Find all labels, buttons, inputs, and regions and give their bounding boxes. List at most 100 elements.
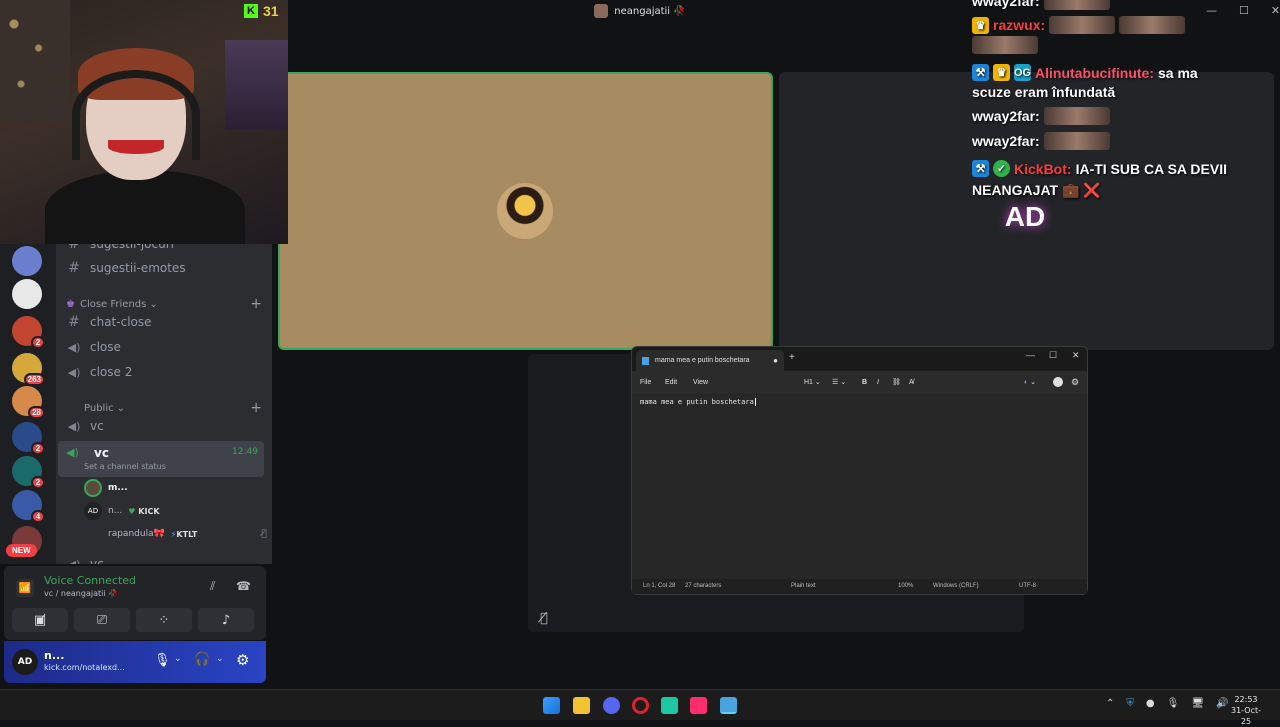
defender-icon[interactable]: ⛨ <box>1126 698 1134 709</box>
notepad-editor[interactable]: mama mea e putin boschetara <box>632 393 1087 581</box>
server-icon[interactable]: 28 <box>12 386 45 419</box>
minimize-icon[interactable]: — <box>1026 350 1035 360</box>
link-icon[interactable]: ⛓ <box>892 378 901 386</box>
menu-view[interactable]: View <box>693 379 708 386</box>
gear-icon[interactable]: ⚙ <box>236 651 249 669</box>
mic-muted-icon: 🎙̸ <box>540 611 548 626</box>
menu-file[interactable]: File <box>640 379 651 386</box>
new-tab-icon[interactable]: + <box>789 352 795 363</box>
webcam-feed <box>0 0 288 244</box>
server-icon[interactable]: 2 <box>12 422 45 455</box>
soundboard-button[interactable]: ♪ <box>198 608 254 632</box>
emote <box>1119 16 1186 34</box>
camera-toggle-button[interactable]: ▣̸ <box>12 608 68 632</box>
voice-member[interactable]: m... <box>84 479 128 497</box>
tab-close-dot-icon[interactable]: ● <box>773 356 778 365</box>
chat-message: ⚒ ✓ KickBot: IA-TI SUB CA SA DEVII <box>972 160 1227 177</box>
channel-sugestii-emotes[interactable]: # sugestii-emotes <box>64 256 264 280</box>
copilot-icon[interactable]: ◐ ⌄ <box>1024 378 1036 386</box>
line-ending[interactable]: Windows (CRLF) <box>933 583 979 589</box>
vc-timer: 12:49 <box>232 447 258 457</box>
channel-status-input[interactable]: Set a channel status <box>84 462 166 471</box>
server-icon[interactable]: 263 <box>12 353 45 386</box>
minimize-icon[interactable]: — <box>1206 4 1217 17</box>
tiktok-studio-icon[interactable] <box>690 697 707 714</box>
text-cursor <box>754 398 756 406</box>
voice-status[interactable]: Voice Connected <box>44 574 136 587</box>
editor-text[interactable]: mama mea e putin boschetara <box>640 398 754 406</box>
emote <box>1043 0 1110 10</box>
signal-icon[interactable]: 📶 <box>16 579 34 597</box>
server-icon[interactable]: 4 <box>12 490 45 523</box>
notepad-menubar: File Edit View H1 ⌄ ☰ ⌄ B I ⛓ A̸ ◐ ⌄ ⚙ <box>632 371 1087 393</box>
text-format[interactable]: Plain text <box>791 583 816 589</box>
hash-icon: # <box>68 244 80 252</box>
server-icon[interactable]: 2 <box>12 456 45 489</box>
avatar <box>84 525 102 543</box>
italic-icon[interactable]: I <box>877 379 879 386</box>
chevron-up-icon[interactable]: ⌃ <box>1106 698 1114 709</box>
voice-member[interactable]: AD n... ♥ KICK <box>84 502 160 520</box>
zoom-level[interactable]: 100% <box>898 583 913 589</box>
account-icon[interactable] <box>1053 377 1063 387</box>
network-icon[interactable]: 🖥 <box>1191 698 1204 709</box>
noise-suppression-icon[interactable]: ⫽ <box>210 579 215 594</box>
og-badge-icon: OG <box>1014 64 1031 81</box>
list-icon[interactable]: ☰ ⌄ <box>832 378 846 386</box>
channel-close-2[interactable]: ◀) close 2 <box>64 360 264 384</box>
speaker-active-icon: ◀) <box>66 446 79 459</box>
heading-dropdown[interactable]: H1 ⌄ <box>804 378 821 386</box>
emote <box>1049 16 1116 34</box>
fairy-lights <box>0 0 70 120</box>
activities-button[interactable]: ⁘ <box>136 608 192 632</box>
participant-avatar <box>497 183 553 239</box>
chevron-down-icon[interactable]: ⌄ <box>174 654 182 664</box>
taskbar-clock[interactable]: 22:53 31-Oct-25 <box>1226 694 1266 727</box>
channel-vc[interactable]: ◀) vc <box>64 414 264 438</box>
disconnect-icon[interactable]: ☎ <box>236 579 251 593</box>
channel-close[interactable]: ◀) close <box>64 335 264 359</box>
gear-icon[interactable]: ⚙ <box>1071 377 1079 388</box>
windows-start-icon[interactable] <box>543 697 560 714</box>
opera-gx-icon[interactable] <box>632 697 649 714</box>
server-icon[interactable] <box>12 246 42 276</box>
obs-icon[interactable] <box>661 697 678 714</box>
notepad-taskbar-icon[interactable] <box>720 697 737 714</box>
chevron-down-icon[interactable]: ⌄ <box>216 654 224 664</box>
tray-app-icon[interactable]: ● <box>1146 698 1155 709</box>
server-icon[interactable]: 2 <box>12 316 45 349</box>
bold-icon[interactable]: B <box>862 379 867 386</box>
maximize-icon[interactable]: ☐ <box>1239 4 1249 17</box>
channel-vc-partial[interactable]: ◀) vc <box>64 552 264 564</box>
moderator-icon: ⚒ <box>972 160 989 177</box>
close-icon[interactable]: ✕ <box>1271 4 1280 17</box>
username[interactable]: n... <box>44 649 64 662</box>
ktlt-tag: ⚡KTLT <box>170 529 198 539</box>
moderator-icon: ⚒ <box>972 64 989 81</box>
new-badge[interactable]: NEW <box>6 544 37 557</box>
menu-edit[interactable]: Edit <box>665 379 677 386</box>
chat-message: wway2far: <box>972 132 1110 150</box>
microphone-icon[interactable]: 🎙 <box>154 653 171 668</box>
poster <box>225 40 288 130</box>
screen-share-button[interactable]: ⎚ <box>74 608 130 632</box>
discord-icon[interactable] <box>603 697 620 714</box>
file-explorer-icon[interactable] <box>573 697 590 714</box>
voice-member[interactable]: rapandula🎀 ⚡KTLT 🎙̸ <box>84 525 267 543</box>
headphones-icon[interactable]: 🎧 <box>194 652 210 667</box>
maximize-icon[interactable]: ☐ <box>1049 350 1057 361</box>
cursor-position[interactable]: Ln 1, Col 28 <box>643 583 675 589</box>
microphone-icon[interactable]: 🎙 <box>1167 698 1180 709</box>
channel-vc-active[interactable]: ◀) vc 12:49 Set a channel status <box>58 441 264 477</box>
close-icon[interactable]: ✕ <box>1072 350 1080 361</box>
user-panel: AD n... kick.com/notalexd... 🎙 ⌄ 🎧 ⌄ ⚙ <box>4 641 266 683</box>
channel-sugestii-jocuri[interactable]: # sugestii-jocuri <box>64 244 264 256</box>
chevron-down-icon: ⌄ <box>149 298 158 310</box>
avatar[interactable]: AD <box>12 649 38 675</box>
channel-chat-close[interactable]: # chat-close <box>64 310 264 334</box>
notepad-tab[interactable]: mama mea e putin boschetara ● <box>636 350 784 371</box>
encoding[interactable]: UTF-8 <box>1019 583 1036 589</box>
voice-location[interactable]: vc / neangajatii 🥀 <box>44 589 118 598</box>
clear-format-icon[interactable]: A̸ <box>909 379 914 386</box>
server-icon[interactable] <box>12 279 42 309</box>
